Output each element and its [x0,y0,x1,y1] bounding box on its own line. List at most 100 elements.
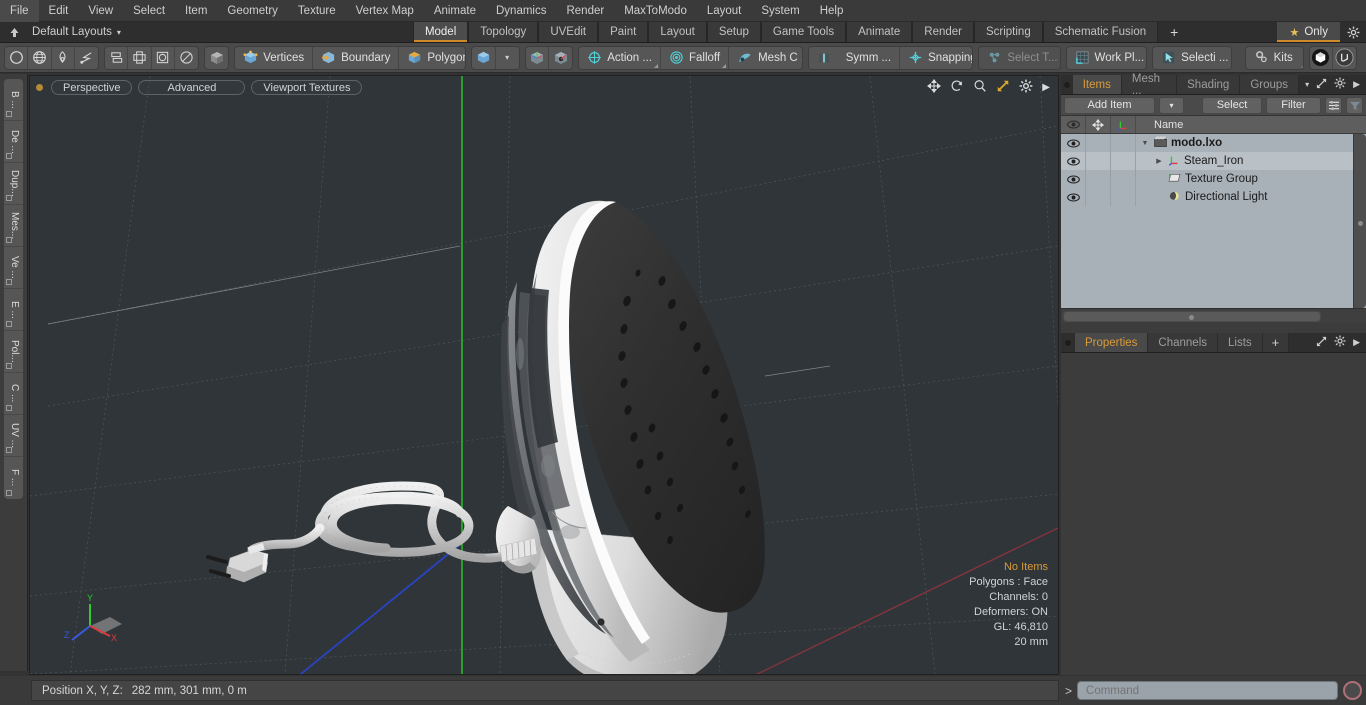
row-lock-cell[interactable] [1086,170,1111,188]
table-row[interactable]: ▼ modo.lxo [1061,134,1366,152]
left-tab-basic[interactable]: B ... [4,79,23,121]
menu-item-layout[interactable]: Layout [697,0,752,22]
menu-item-view[interactable]: View [78,0,123,22]
select-through-button[interactable]: Select T... [979,46,1060,69]
gear-icon[interactable] [1334,335,1346,350]
item-tree-vertical-scrollbar[interactable] [1353,134,1366,308]
rotate-icon[interactable] [950,79,964,96]
row-visibility-toggle[interactable] [1061,188,1086,206]
add-item-button[interactable]: Add Item [1064,96,1155,114]
layout-tab-uvedit[interactable]: UVEdit [538,22,599,42]
list-icon[interactable] [1325,96,1342,114]
action-center-button[interactable]: Action ... [579,46,661,69]
menu-item-texture[interactable]: Texture [288,0,346,22]
row-axis-cell[interactable] [1111,170,1136,188]
gear-icon[interactable] [1340,22,1366,42]
twisty-icon[interactable]: ▼ [1140,140,1150,147]
tab-mesh-ops[interactable]: Mesh ... [1121,73,1178,97]
tree-item-steam-iron[interactable]: ▶ Steam_Iron [1136,152,1366,170]
panel-menu-dot[interactable] [1061,75,1073,94]
3d-viewport[interactable]: Perspective Advanced Viewport Textures ▶… [29,75,1059,675]
tab-shading[interactable]: Shading [1177,75,1241,94]
tab-lists[interactable]: Lists [1218,333,1263,352]
menu-item-geometry[interactable]: Geometry [217,0,288,22]
menu-item-vertex-map[interactable]: Vertex Map [346,0,424,22]
row-lock-cell[interactable] [1086,134,1111,152]
row-visibility-toggle[interactable] [1061,152,1086,170]
tab-groups[interactable]: Groups [1240,75,1300,94]
unreal-icon[interactable] [1333,47,1356,69]
row-visibility-toggle[interactable] [1061,170,1086,188]
fit-icon[interactable] [996,79,1010,96]
left-tab-edge[interactable]: E ... [4,289,23,331]
tree-item-texture-group[interactable]: Texture Group [1136,170,1366,188]
layout-tab-scripting[interactable]: Scripting [973,22,1043,42]
lasso-icon[interactable] [75,47,98,69]
mode-dropdown-caret[interactable]: ▾ [496,47,519,69]
default-layouts-dropdown[interactable]: Default Layouts ▾ [28,22,133,42]
layout-tab-topology[interactable]: Topology [468,22,539,42]
selection-set-button[interactable]: Selecti ... [1153,47,1230,69]
chevron-right-icon[interactable]: ▶ [1353,337,1360,348]
add-item-caret-button[interactable]: ▾ [1159,96,1184,114]
falloff-button[interactable]: Falloff [661,46,730,69]
filter-button[interactable]: Filter [1266,96,1321,114]
add-properties-tab-button[interactable]: + [1262,333,1290,352]
twisty-icon[interactable]: ▶ [1154,157,1164,165]
tab-items[interactable]: Items [1072,75,1122,94]
chevron-right-icon[interactable]: ▶ [1353,79,1360,90]
layout-tab-animate[interactable]: Animate [846,22,913,42]
row-axis-cell[interactable] [1111,152,1136,170]
cube-gray-icon[interactable] [205,47,228,69]
command-input[interactable] [1077,681,1338,700]
zoom-icon[interactable] [973,79,987,96]
layout-tab-paint[interactable]: Paint [598,22,649,42]
menu-item-edit[interactable]: Edit [39,0,79,22]
kits-button[interactable]: Kits [1246,47,1303,69]
expand-icon[interactable] [1316,336,1327,350]
left-tab-vertex[interactable]: Ve ... [4,247,23,289]
layout-tab-game-tools[interactable]: Game Tools [760,22,847,42]
work-plane-button[interactable]: Work Pl... [1067,47,1147,69]
mesh-constraint-button[interactable]: Mesh C ... [729,47,802,69]
row-visibility-toggle[interactable] [1061,134,1086,152]
modo-cube-icon[interactable] [1310,46,1333,69]
square-circle-icon[interactable] [152,46,175,69]
viewport-shading-dropdown[interactable]: Advanced [138,79,246,95]
row-axis-cell[interactable] [1111,188,1136,206]
table-row[interactable]: Directional Light [1061,188,1366,206]
menu-item-item[interactable]: Item [175,0,217,22]
row-lock-cell[interactable] [1086,152,1111,170]
left-tab-polygon[interactable]: Pol... [4,331,23,373]
table-row[interactable]: ▶ Steam_Iron [1061,152,1366,170]
command-record-button[interactable] [1343,681,1362,700]
add-layout-tab-button[interactable]: + [1158,22,1190,42]
expand-icon[interactable] [1316,78,1327,92]
menu-item-help[interactable]: Help [810,0,854,22]
tree-item-scene[interactable]: ▼ modo.lxo [1136,134,1366,152]
left-tab-deform[interactable]: De ... [4,121,23,163]
circle-icon[interactable] [5,46,29,69]
left-tab-uv[interactable]: UV ... [4,415,23,457]
layout-tab-layout[interactable]: Layout [648,22,707,42]
left-tab-curve[interactable]: C ... [4,373,23,415]
left-tab-fusion[interactable]: F ... [4,457,23,499]
cube-pivot-b-icon[interactable] [549,47,572,69]
chevron-right-icon[interactable]: ▶ [1042,82,1050,93]
symmetry-button[interactable]: Symm ... [809,46,901,69]
menu-item-file[interactable]: File [0,0,39,22]
tree-item-directional-light[interactable]: Directional Light [1136,188,1366,206]
ellipse-icon[interactable] [175,47,198,69]
snapping-button[interactable]: Snapping [900,47,972,69]
globe-icon[interactable] [28,46,52,69]
layout-tab-setup[interactable]: Setup [706,22,761,42]
gear-icon[interactable] [1019,79,1033,96]
only-toggle-button[interactable]: ★ Only [1277,22,1340,42]
item-tree[interactable]: ▼ modo.lxo ▶ Steam_Iron Texture Group Di… [1061,134,1366,308]
layout-tab-model[interactable]: Model [412,22,469,42]
left-tab-duplicate[interactable]: Dup... [4,163,23,205]
row-axis-cell[interactable] [1111,134,1136,152]
stack-icon[interactable] [105,46,129,69]
tab-properties[interactable]: Properties [1075,333,1149,352]
menu-item-animate[interactable]: Animate [424,0,486,22]
